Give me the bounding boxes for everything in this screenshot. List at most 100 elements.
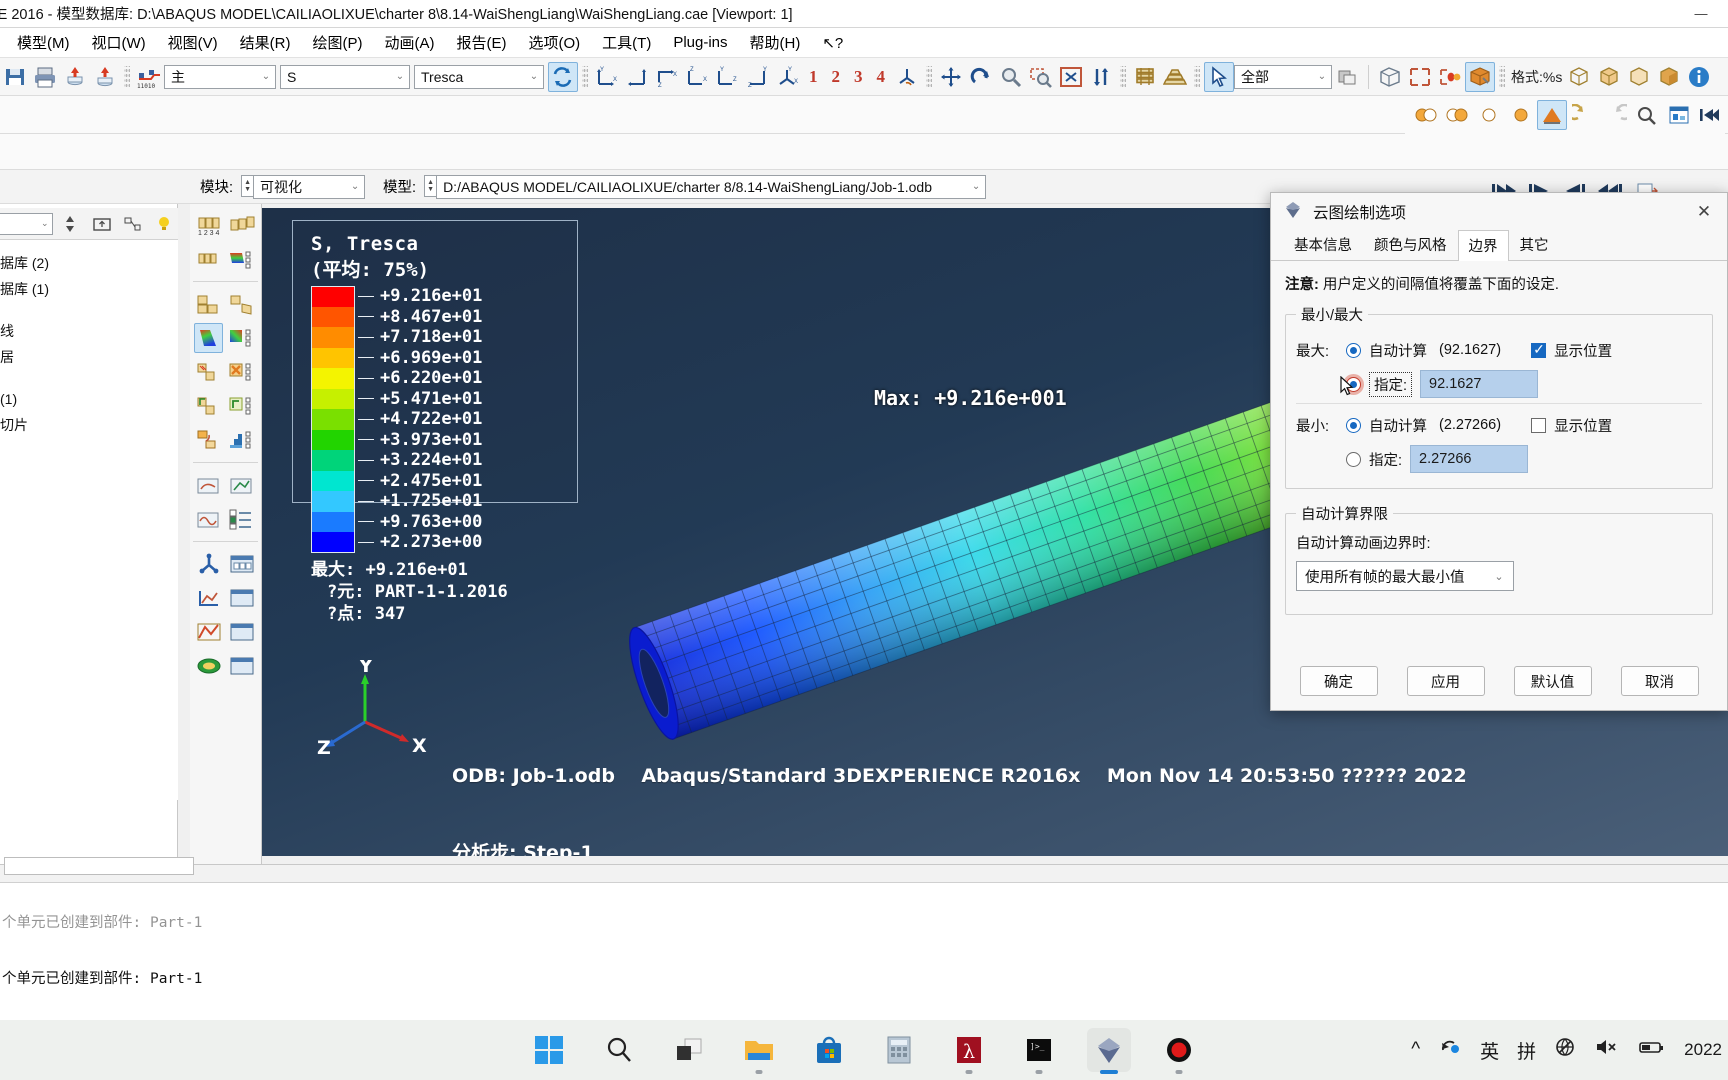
minimize-button[interactable]: — — [1678, 0, 1724, 27]
animate-harmonic-icon[interactable] — [194, 504, 223, 534]
plot-undeformed-icon[interactable]: 1 2 3 4 — [194, 210, 224, 240]
file-explorer-icon[interactable] — [737, 1028, 781, 1074]
menu-item-options[interactable]: 选项(O) — [517, 29, 591, 56]
symbol-plot-icon[interactable] — [194, 357, 223, 387]
toolbar-grip-2[interactable] — [582, 65, 588, 88]
render-shaded-icon[interactable] — [1465, 61, 1495, 92]
odb-export-icon[interactable] — [90, 62, 120, 92]
network-icon[interactable] — [1554, 1036, 1576, 1064]
taskbar-clock[interactable]: 2022 — [1684, 1040, 1722, 1060]
tray-chevron-icon[interactable]: ^ — [1411, 1039, 1420, 1061]
cube-wire-icon[interactable] — [1564, 62, 1594, 92]
onedrive-sync-icon[interactable] — [1438, 1036, 1462, 1064]
path-plot-icon[interactable] — [194, 617, 224, 647]
abaqus-icon[interactable] — [1087, 1028, 1131, 1074]
recorder-icon[interactable] — [1157, 1028, 1201, 1074]
menu-item-report[interactable]: 报告(E) — [445, 29, 517, 56]
apply-button[interactable]: 应用 — [1406, 666, 1485, 696]
cancel-button[interactable]: 取消 — [1620, 666, 1699, 696]
plot-contours-deformed-icon[interactable] — [194, 289, 224, 319]
terminal-icon[interactable]: ]>_ — [1017, 1028, 1061, 1074]
contour-mode-icon[interactable] — [1411, 100, 1441, 130]
start-icon[interactable] — [527, 1028, 571, 1072]
ime-language-indicator[interactable]: 英 — [1480, 1037, 1499, 1064]
view-xy-icon[interactable]: YX — [592, 62, 622, 92]
plot-contours-undeformed-icon[interactable] — [228, 289, 258, 319]
save-icon[interactable] — [0, 62, 30, 92]
info-icon[interactable] — [1684, 62, 1714, 92]
tree-item-paths[interactable]: 线 — [0, 318, 178, 344]
min-specify-input[interactable]: 2.27266 — [1410, 445, 1529, 473]
saved-view-3-button[interactable]: 3 — [847, 67, 870, 87]
refresh-output-icon[interactable] — [548, 61, 578, 92]
min-auto-radio[interactable] — [1346, 417, 1361, 433]
contour-plot-options-icon[interactable] — [1537, 100, 1567, 130]
battery-icon[interactable] — [1638, 1036, 1666, 1064]
free-body-cut-icon[interactable] — [228, 549, 258, 579]
view-zy-icon[interactable]: YZ — [742, 62, 772, 92]
view-iso-icon[interactable]: YX — [772, 62, 802, 92]
query-information-icon[interactable] — [194, 549, 224, 579]
model-spinner[interactable]: ▲ ▼ — [424, 174, 437, 197]
plot-state-options-icon[interactable] — [227, 425, 257, 455]
ime-mode-indicator[interactable]: 拼 — [1517, 1037, 1536, 1064]
tree-sort-icon[interactable] — [57, 209, 84, 239]
message-log[interactable]: 个单元已创建到部件: Part-1 个单元已创建到部件: Part-1 "Job… — [0, 877, 1728, 1009]
menu-item-animate[interactable]: 动画(A) — [373, 29, 445, 56]
volume-muted-icon[interactable] — [1594, 1036, 1620, 1064]
search-icon[interactable] — [597, 1028, 641, 1072]
tree-parent-icon[interactable] — [88, 209, 115, 239]
saved-view-1-button[interactable]: 1 — [802, 67, 825, 87]
tree-item-slices[interactable]: 切片 — [0, 412, 178, 438]
ply-stack-manager-icon[interactable] — [228, 651, 258, 681]
menu-item-result[interactable]: 结果(R) — [229, 29, 302, 56]
redo-view-icon[interactable] — [1601, 100, 1631, 130]
cube-shaded-icon[interactable] — [1654, 62, 1684, 92]
contour-options-icon[interactable] — [227, 244, 257, 274]
contour-plot-options-dialog[interactable]: 云图绘制选项 ✕ 基本信息 颜色与风格 边界 其它 注意: 用户定义的间隔值将覆… — [1270, 192, 1728, 711]
toolbar-grip-5[interactable] — [1194, 65, 1200, 88]
odb-import-icon[interactable] — [60, 62, 90, 92]
context-help-icon[interactable]: ↖? — [811, 31, 854, 55]
max-specify-input[interactable]: 92.1627 — [1420, 370, 1539, 398]
close-icon[interactable]: ✕ — [1687, 197, 1721, 227]
module-combo[interactable]: 可视化 ⌄ — [253, 174, 366, 199]
tree-filter-combo[interactable]: ⌄ — [0, 212, 53, 235]
ok-button[interactable]: 确定 — [1299, 666, 1378, 696]
apply-view-icon[interactable] — [892, 62, 922, 92]
tree-item-layers[interactable]: 居 — [0, 344, 178, 370]
field-output-icon[interactable]: 11010 — [134, 62, 164, 92]
symbol-options-icon[interactable] — [227, 357, 257, 387]
contour-mode3-icon[interactable] — [1474, 100, 1504, 130]
path-manager-icon[interactable] — [228, 617, 258, 647]
contour-mode2-icon[interactable] — [1443, 100, 1473, 130]
menu-item-plugins[interactable]: Plug-ins — [662, 31, 738, 54]
tree-tip-icon[interactable] — [151, 209, 178, 239]
message-tab-active[interactable] — [4, 857, 194, 875]
acrobat-icon[interactable]: λ — [947, 1028, 991, 1074]
rotate-icon[interactable] — [966, 62, 996, 92]
module-spinner[interactable]: ▲ ▼ — [241, 174, 254, 197]
saved-view-4-button[interactable]: 4 — [870, 67, 893, 87]
menu-item-help[interactable]: 帮助(H) — [739, 29, 812, 56]
taskview-icon[interactable] — [667, 1028, 711, 1072]
plot-deformed-icon[interactable] — [228, 210, 258, 240]
menu-item-model[interactable]: 模型(M) — [6, 29, 81, 56]
selection-options-icon[interactable] — [1332, 62, 1362, 92]
menu-item-view[interactable]: 视图(V) — [157, 29, 229, 56]
view-zx-icon[interactable]: ZX — [682, 62, 712, 92]
output-variable-combo[interactable]: S ⌄ — [280, 64, 410, 89]
calculator-icon[interactable] — [877, 1028, 921, 1072]
max-specify-radio[interactable] — [1346, 376, 1361, 392]
tree-item-output-databases[interactable]: 据库 (2) — [0, 250, 178, 276]
material-orientation-options-icon[interactable] — [227, 391, 257, 421]
animation-options-icon[interactable] — [227, 504, 257, 534]
common-options-icon[interactable] — [1130, 62, 1160, 92]
contour-plot-options2-icon[interactable] — [227, 323, 257, 353]
view-xz-icon[interactable]: XZ — [652, 62, 682, 92]
animate-time-icon[interactable] — [228, 470, 258, 500]
tab-color-style[interactable]: 颜色与风格 — [1363, 229, 1458, 260]
report-icon[interactable] — [1664, 100, 1694, 130]
selection-filter-combo[interactable]: 全部 ⌄ — [1234, 64, 1332, 89]
tab-other[interactable]: 其它 — [1509, 229, 1560, 260]
